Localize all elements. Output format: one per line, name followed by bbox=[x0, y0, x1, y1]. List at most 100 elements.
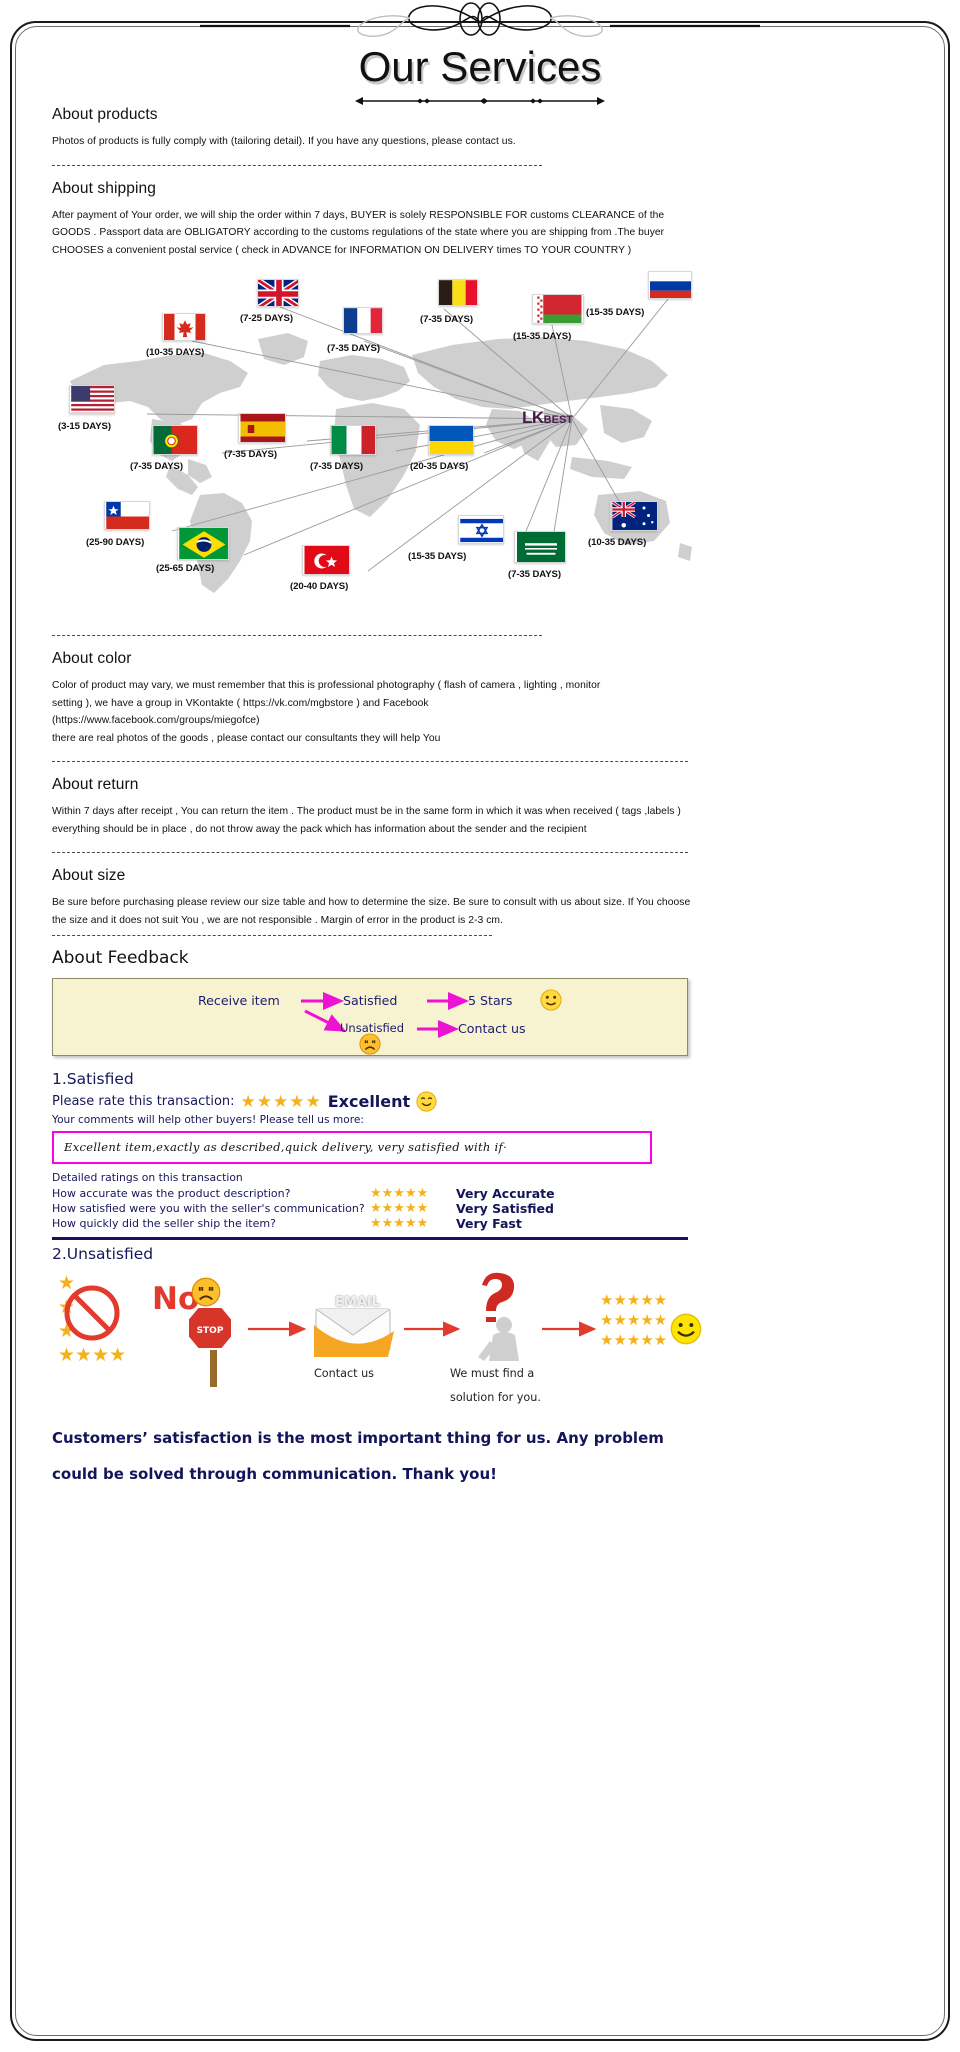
email-label: EMAIL bbox=[335, 1295, 380, 1310]
flag-australia bbox=[610, 501, 658, 531]
section-body-color-3: there are real photos of the goods , ple… bbox=[52, 732, 441, 744]
rate-transaction-label: Please rate this transaction: bbox=[52, 1094, 235, 1109]
section-heading-feedback: About Feedback bbox=[52, 948, 189, 968]
flag-russia bbox=[648, 271, 692, 299]
detailed-ratings-title: Detailed ratings on this transaction bbox=[52, 1171, 243, 1184]
days-label-spain: (7-35 DAYS) bbox=[224, 449, 277, 460]
closing-line-1: Customers’ satisfaction is the most impo… bbox=[52, 1429, 664, 1447]
rating-row: How quickly did the seller ship the item… bbox=[52, 1216, 704, 1231]
section-body-color-1: Color of product may vary, we must remem… bbox=[52, 680, 601, 709]
flag-chile bbox=[104, 501, 150, 530]
feedback-comment-box[interactable]: Excellent item,exactly as described,quic… bbox=[52, 1131, 652, 1164]
rating-row-value: Very Accurate bbox=[456, 1186, 555, 1201]
section-heading-shipping: About shipping bbox=[52, 179, 156, 197]
divider-1 bbox=[52, 164, 542, 166]
flag-portugal bbox=[152, 425, 198, 455]
flag-canada bbox=[162, 313, 206, 341]
days-label-brazil: (25-65 DAYS) bbox=[156, 563, 215, 574]
flag-italy bbox=[330, 425, 376, 455]
days-label-ukraine: (20-35 DAYS) bbox=[410, 461, 469, 472]
section-heading-color: About color bbox=[52, 650, 132, 667]
lkbest-logo: LKBEST bbox=[522, 408, 573, 428]
rating-stars[interactable]: ★★★★★ bbox=[241, 1093, 322, 1110]
smiley-blush-icon bbox=[416, 1091, 437, 1112]
flag-ukraine bbox=[428, 425, 474, 455]
smiley-frown-icon bbox=[191, 1277, 221, 1307]
flag-usa: ★ ★ ★ bbox=[69, 385, 115, 414]
divider-5 bbox=[52, 935, 492, 936]
ornament-flourish-icon bbox=[0, 0, 960, 46]
rating-question: How quickly did the seller ship the item… bbox=[52, 1217, 276, 1230]
flag-belarus bbox=[532, 294, 584, 324]
days-label-australia: (10-35 DAYS) bbox=[588, 537, 647, 548]
closing-line-2: could be solved through communication. T… bbox=[52, 1465, 497, 1483]
days-label-chile: (25-90 DAYS) bbox=[86, 537, 145, 548]
flag-belgium bbox=[438, 279, 478, 306]
section-body-products: Photos of products is fully comply with … bbox=[52, 136, 516, 147]
svg-text:★★★★★: ★★★★★ bbox=[600, 1291, 667, 1309]
rating-row: How accurate was the product description… bbox=[52, 1186, 704, 1201]
title-divider bbox=[355, 97, 605, 105]
flow-five-stars: 5 Stars bbox=[468, 993, 513, 1008]
section-body-color-2: (https://www.facebook.com/groups/miegofc… bbox=[52, 715, 260, 726]
lkbest-logo-sub: BEST bbox=[543, 414, 574, 426]
services-page: Our Services About products Photos of pr… bbox=[0, 0, 960, 2052]
flag-israel bbox=[458, 515, 504, 544]
rating-row: How satisfied were you with the seller's… bbox=[52, 1201, 704, 1216]
feedback-comment-text: Excellent item,exactly as described,quic… bbox=[64, 1140, 508, 1154]
divider-3 bbox=[52, 761, 688, 762]
contact-us-caption: Contact us bbox=[314, 1367, 375, 1380]
page-header: Our Services bbox=[0, 0, 960, 111]
section-heading-return: About return bbox=[52, 776, 139, 793]
smiley-big-happy-icon bbox=[670, 1313, 702, 1345]
days-label-united-kingdom: (7-25 DAYS) bbox=[240, 313, 293, 324]
smiley-happy-icon bbox=[540, 989, 562, 1011]
svg-text:★★★★★: ★★★★★ bbox=[600, 1311, 667, 1329]
rating-question: How accurate was the product description… bbox=[52, 1187, 291, 1200]
days-label-usa: (3-15 DAYS) bbox=[58, 421, 111, 432]
rating-row-stars: ★★★★★ bbox=[370, 1201, 429, 1216]
rating-row-stars: ★★★★★ bbox=[370, 1216, 429, 1231]
days-label-belgium: (7-35 DAYS) bbox=[420, 314, 473, 325]
smiley-sad-icon bbox=[359, 1033, 381, 1055]
section-body-return: Within 7 days after receipt , You can re… bbox=[52, 806, 681, 835]
unsatisfied-diagram: ★ ★ ★ ★★★★ STOP ★★★★★ ★★★★★ ★★★★★ No EMA… bbox=[52, 1267, 704, 1417]
flag-france bbox=[343, 307, 383, 334]
flag-brazil bbox=[177, 527, 229, 560]
comments-note: Your comments will help other buyers! Pl… bbox=[52, 1114, 364, 1126]
divider-2 bbox=[52, 635, 542, 636]
solution-caption-line2: solution for you. bbox=[450, 1391, 541, 1404]
section-heading-size: About size bbox=[52, 867, 126, 884]
section-body-size: Be sure before purchasing please review … bbox=[52, 897, 691, 926]
days-label-portugal: (7-35 DAYS) bbox=[130, 461, 183, 472]
days-label-italy: (7-35 DAYS) bbox=[310, 461, 363, 472]
days-label-saudi-arabia: (7-35 DAYS) bbox=[508, 569, 561, 580]
divider-thick bbox=[52, 1237, 688, 1240]
rating-row-value: Very Fast bbox=[456, 1216, 522, 1231]
flag-spain bbox=[238, 413, 286, 443]
flow-satisfied: Satisfied bbox=[343, 993, 398, 1008]
days-label-turkey: (20-40 DAYS) bbox=[290, 581, 349, 592]
days-label-russia: (15-35 DAYS) bbox=[586, 307, 645, 318]
svg-text:STOP: STOP bbox=[197, 1326, 224, 1336]
days-label-france: (7-35 DAYS) bbox=[327, 343, 380, 354]
days-label-canada: (10-35 DAYS) bbox=[146, 347, 205, 358]
rating-row-value: Very Satisfied bbox=[456, 1201, 554, 1216]
unsatisfied-heading: 2.Unsatisfied bbox=[52, 1245, 154, 1263]
feedback-flow-diagram: Receive item Satisfied 5 Stars Unsatisfi… bbox=[52, 978, 688, 1056]
rate-transaction-row: Please rate this transaction: ★★★★★ Exce… bbox=[52, 1091, 704, 1112]
flow-contact-us: Contact us bbox=[458, 1021, 526, 1036]
svg-text:★★★★: ★★★★ bbox=[58, 1344, 126, 1366]
rating-word: Excellent bbox=[327, 1092, 411, 1111]
solution-caption-line1: We must find a bbox=[450, 1367, 535, 1380]
section-body-shipping: After payment of Your order, we will shi… bbox=[52, 209, 665, 256]
divider-4 bbox=[52, 852, 688, 853]
content-column: About products Photos of products is ful… bbox=[52, 92, 704, 1489]
shipping-map: (7-25 DAYS) (10-35 DAYS) (7-35 DAYS) (7-… bbox=[52, 269, 704, 621]
svg-text:★: ★ bbox=[58, 1272, 75, 1294]
lkbest-logo-main: LK bbox=[522, 408, 544, 427]
flag-united-kingdom bbox=[257, 279, 299, 307]
flow-receive-item: Receive item bbox=[198, 993, 280, 1008]
days-label-belarus: (15-35 DAYS) bbox=[513, 331, 572, 342]
days-label-israel: (15-35 DAYS) bbox=[408, 551, 467, 562]
